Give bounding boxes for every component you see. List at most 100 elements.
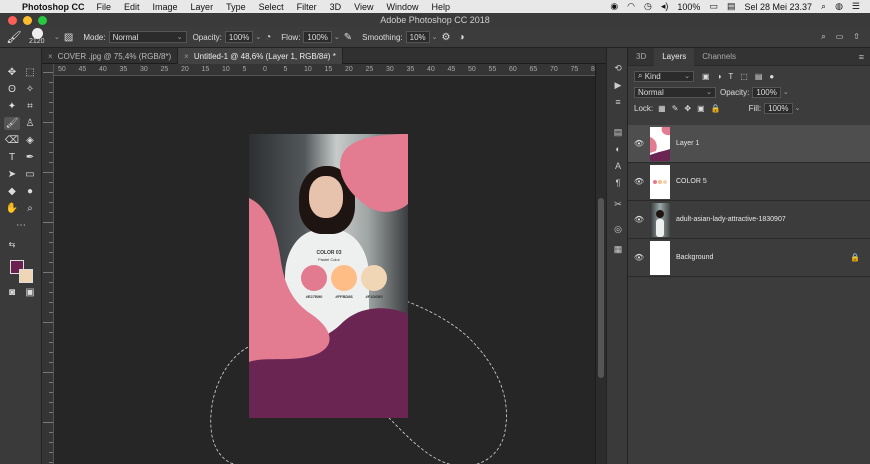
filter-adjustment-icon[interactable]: ◑ <box>717 72 722 81</box>
spotlight-icon[interactable]: ⌕ <box>821 1 826 12</box>
filter-smart-object-icon[interactable]: ▤ <box>755 72 763 81</box>
visibility-eye-icon[interactable]: 👁 <box>628 253 650 262</box>
pressure-opacity-icon[interactable]: ◔ <box>265 32 271 43</box>
canvas-vertical-scrollbar[interactable] <box>595 64 606 464</box>
close-tab-icon[interactable]: × <box>48 52 53 61</box>
notification-center-icon[interactable]: ☰ <box>852 1 860 12</box>
tools-presets-icon[interactable]: ✂ <box>612 198 624 210</box>
close-tab-icon[interactable]: × <box>184 52 189 61</box>
tab-cover[interactable]: × COVER .jpg @ 75,4% (RGB/8*) <box>42 48 179 64</box>
menu-type[interactable]: Type <box>226 2 246 12</box>
menu-3d[interactable]: 3D <box>330 2 342 12</box>
history-icon[interactable]: ⟲ <box>612 62 624 74</box>
menu-help[interactable]: Help <box>431 2 450 12</box>
lock-transparency-icon[interactable]: ▦ <box>658 104 666 113</box>
siri-icon[interactable]: ◍ <box>835 1 843 12</box>
flow-field[interactable]: 100% <box>303 31 332 43</box>
zoom-window-button[interactable] <box>38 15 47 25</box>
tab-untitled-1[interactable]: × Untitled-1 @ 48,6% (Layer 1, RGB/8#) * <box>178 48 343 64</box>
panel-menu-icon[interactable]: ≡ <box>859 52 870 62</box>
3d-icon[interactable]: ◎ <box>612 223 624 235</box>
smoothing-options-gear-icon[interactable]: ⚙ <box>442 32 451 43</box>
stamp-tool-icon[interactable]: ♙ <box>22 117 38 130</box>
layer-filter-select[interactable]: ⌕ Kind ⌄ <box>634 70 694 82</box>
layer-row-layer-1[interactable]: 👁 Layer 1 <box>628 125 870 163</box>
brush-tool-preset-icon[interactable]: 🖌 <box>0 30 28 44</box>
battery-icon[interactable]: ▭ <box>709 1 718 12</box>
layer-name[interactable]: Layer 1 <box>676 140 699 147</box>
mode-select[interactable]: Normal ⌄ <box>108 31 187 43</box>
horizontal-ruler[interactable]: 50 45 40 35 30 25 20 15 10 5 0 5 10 15 20 25 30 35 40 45 50 5… <box>54 64 604 76</box>
time-machine-icon[interactable]: ◷ <box>644 1 652 12</box>
move-tool-icon[interactable]: ✥ <box>4 66 20 79</box>
pen-tool-icon[interactable]: ✒ <box>22 151 38 164</box>
filter-toggle-icon[interactable]: ● <box>769 72 774 81</box>
visibility-eye-icon[interactable]: 👁 <box>628 177 650 186</box>
layer-opacity-field[interactable]: 100% <box>752 86 781 98</box>
lasso-tool-icon[interactable]: ʘ <box>4 83 20 96</box>
crop-tool-icon[interactable]: ⌗ <box>22 100 38 113</box>
close-window-button[interactable] <box>8 15 17 25</box>
character-icon[interactable]: A <box>612 160 624 172</box>
search-icon[interactable]: ⌕ <box>821 32 825 42</box>
share-icon[interactable]: ⇧ <box>853 32 860 42</box>
path-selection-tool-icon[interactable]: ➤ <box>4 168 20 181</box>
layer-name[interactable]: Background <box>676 254 713 261</box>
filter-shape-icon[interactable]: ⬚ <box>740 72 748 81</box>
scrollbar-thumb[interactable] <box>598 198 604 378</box>
layer-name[interactable]: adult-asian-lady-attractive-1830907 <box>676 216 786 223</box>
background-color-swatch[interactable] <box>19 269 33 283</box>
type-tool-icon[interactable]: T <box>4 151 20 164</box>
lock-all-icon[interactable]: 🔒 <box>711 104 721 113</box>
zoom-tool-icon[interactable]: ⌕ <box>22 202 38 215</box>
quick-selection-tool-icon[interactable]: ✧ <box>22 83 38 96</box>
menu-filter[interactable]: Filter <box>297 2 317 12</box>
smoothing-slider-toggle[interactable]: ⌄ <box>432 33 438 41</box>
layer-name[interactable]: COLOR 5 <box>676 178 707 185</box>
brush-size-picker[interactable]: 2120 <box>28 27 52 47</box>
brush-settings-panel-icon[interactable]: ▤ <box>612 126 624 138</box>
lock-pixels-icon[interactable]: ✎ <box>672 104 679 113</box>
brush-tool-icon[interactable]: 🖌 <box>4 117 20 130</box>
menu-layer[interactable]: Layer <box>191 2 214 12</box>
gradient-tool-icon[interactable]: ◆ <box>4 185 20 198</box>
screen-mode-icon[interactable]: ▣ <box>22 286 38 299</box>
quick-mask-icon[interactable]: ◙ <box>4 286 20 299</box>
menu-image[interactable]: Image <box>153 2 178 12</box>
flow-slider-toggle[interactable]: ⌄ <box>334 33 340 41</box>
marquee-tool-icon[interactable]: ⬚ <box>22 66 38 79</box>
lock-position-icon[interactable]: ✥ <box>684 104 691 113</box>
airbrush-icon[interactable]: ✎ <box>344 32 352 43</box>
swap-colors-icon[interactable]: ⇆ <box>4 238 20 251</box>
visibility-eye-icon[interactable]: 👁 <box>628 139 650 148</box>
clock[interactable]: Sel 28 Mei 23.37 <box>744 2 812 12</box>
actions-icon[interactable]: ▶ <box>612 79 624 91</box>
opacity-slider-toggle[interactable]: ⌄ <box>783 88 789 96</box>
menu-view[interactable]: View <box>354 2 373 12</box>
record-icon[interactable]: ◉ <box>610 1 618 12</box>
workspace-icon[interactable]: ▭ <box>836 32 844 42</box>
menu-window[interactable]: Window <box>386 2 418 12</box>
brush-settings-icon[interactable]: ▨ <box>64 32 73 43</box>
tab-channels[interactable]: Channels <box>694 48 744 66</box>
wifi-icon[interactable]: ◠ <box>627 1 635 12</box>
dodge-tool-icon[interactable]: ● <box>22 185 38 198</box>
hand-tool-icon[interactable]: ✋ <box>4 202 20 215</box>
blend-mode-select[interactable]: Normal ⌄ <box>634 86 716 98</box>
bucket-tool-icon[interactable]: ◈ <box>22 134 38 147</box>
filter-type-icon[interactable]: T <box>728 72 733 81</box>
menu-file[interactable]: File <box>97 2 112 12</box>
layer-row-photo[interactable]: 👁 adult-asian-lady-attractive-1830907 <box>628 201 870 239</box>
flag-icon[interactable]: ▤ <box>727 1 736 12</box>
more-tools-icon[interactable]: ⋯ <box>13 219 29 232</box>
tab-3d[interactable]: 3D <box>628 48 654 66</box>
tab-layers[interactable]: Layers <box>654 47 695 66</box>
visibility-eye-icon[interactable]: 👁 <box>628 215 650 224</box>
app-menu[interactable]: Photoshop CC <box>22 2 85 12</box>
pressure-size-icon[interactable]: ◑ <box>458 32 464 43</box>
menu-select[interactable]: Select <box>259 2 284 12</box>
canvas-area[interactable]: COLOR 03 Pastel Color #E27B90 #FFBD86 #F… <box>54 76 595 464</box>
document-artboard[interactable]: COLOR 03 Pastel Color #E27B90 #FFBD86 #F… <box>249 134 408 418</box>
opacity-slider-toggle[interactable]: ⌄ <box>255 33 261 41</box>
smoothing-field[interactable]: 10% <box>405 31 430 43</box>
